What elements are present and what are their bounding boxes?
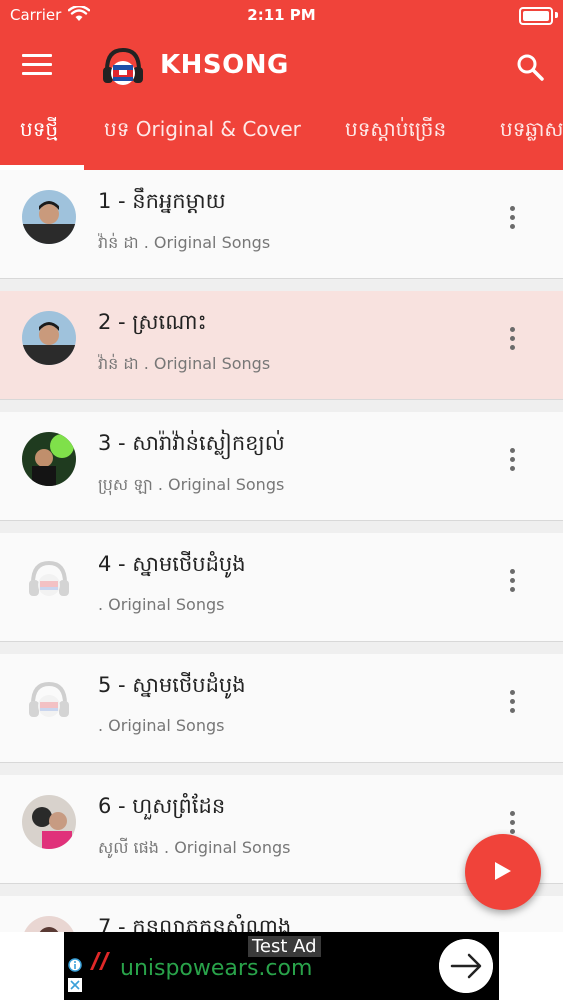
song-title: 6 - ហួសព្រំដែន	[98, 794, 226, 818]
artist-avatar	[22, 432, 76, 486]
song-subtitle: សូលី ផេង . Original Songs	[98, 838, 291, 857]
more-options-icon[interactable]	[507, 569, 517, 595]
tab-new-songs[interactable]: បទថ្មី	[20, 116, 58, 146]
ad-domain-text[interactable]: unispowears.com	[120, 956, 312, 981]
song-title: 1 - នឹកអ្នកម្តាយ	[98, 189, 226, 213]
song-title: 3 - សារ៉ាវ៉ាន់ស្លៀកខ្យល់	[98, 431, 285, 455]
artist-avatar	[22, 190, 76, 244]
app-header: Carrier 2:11 PM KHSONG បទថ្មី បទ Origina…	[0, 0, 563, 170]
ad-banner: Test Ad unispowears.com	[0, 932, 563, 1000]
headphones-logo-icon	[22, 553, 76, 607]
play-button[interactable]	[465, 834, 541, 910]
song-row[interactable]: 2 - ស្រណោះ វ៉ាន់ ដា . Original Songs	[0, 291, 563, 400]
search-icon[interactable]	[515, 52, 545, 82]
song-title: 4 - ស្នាមថើបដំបូង	[98, 552, 246, 576]
tab-most-listened[interactable]: បទស្តាប់ច្រើន	[345, 116, 446, 146]
status-bar: Carrier 2:11 PM	[0, 0, 563, 30]
headphones-logo-icon	[22, 674, 76, 728]
song-subtitle: វ៉ាន់ ដា . Original Songs	[98, 354, 271, 373]
ad-content[interactable]: Test Ad unispowears.com	[64, 932, 499, 1000]
song-row[interactable]: 5 - ស្នាមថើបដំបូង . Original Songs	[0, 654, 563, 763]
song-title: 5 - ស្នាមថើបដំបូង	[98, 673, 246, 697]
battery-tip	[555, 12, 558, 18]
song-subtitle: . Original Songs	[98, 595, 225, 614]
app-title: KHSONG	[160, 50, 289, 80]
screen: Carrier 2:11 PM KHSONG បទថ្មី បទ Origina…	[0, 0, 563, 1000]
menu-button[interactable]	[22, 54, 52, 78]
more-options-icon[interactable]	[507, 690, 517, 716]
song-subtitle: . Original Songs	[98, 716, 225, 735]
tab-bar: បទថ្មី បទ Original & Cover បទស្តាប់ច្រើន…	[0, 106, 563, 170]
battery-icon	[519, 7, 553, 25]
info-icon[interactable]	[68, 958, 82, 972]
song-subtitle: ប្រុស ឡា . Original Songs	[98, 475, 285, 494]
more-options-icon[interactable]	[507, 448, 517, 474]
menu-bar	[22, 54, 52, 57]
app-logo-icon	[103, 47, 143, 85]
close-icon[interactable]	[68, 978, 82, 992]
artist-avatar	[22, 311, 76, 365]
song-row[interactable]: 3 - សារ៉ាវ៉ាន់ស្លៀកខ្យល់ ប្រុស ឡា . Orig…	[0, 412, 563, 521]
artist-avatar	[22, 795, 76, 849]
play-icon	[495, 862, 511, 880]
song-title: 2 - ស្រណោះ	[98, 310, 207, 334]
toolbar: KHSONG	[0, 40, 563, 92]
status-time: 2:11 PM	[247, 6, 316, 24]
ad-brand-logo-icon	[90, 952, 110, 970]
song-row[interactable]: 4 - ស្នាមថើបដំបូង . Original Songs	[0, 533, 563, 642]
tab-original-cover[interactable]: បទ Original & Cover	[104, 116, 301, 146]
arrow-right-icon[interactable]	[439, 939, 493, 993]
song-row[interactable]: 1 - នឹកអ្នកម្តាយ វ៉ាន់ ដា . Original Son…	[0, 170, 563, 279]
menu-bar	[22, 72, 52, 75]
song-subtitle: វ៉ាន់ ដា . Original Songs	[98, 233, 271, 252]
more-options-icon[interactable]	[507, 327, 517, 353]
test-ad-label: Test Ad	[248, 936, 321, 957]
tab-other[interactable]: បទឆ្លាស	[500, 116, 563, 146]
more-options-icon[interactable]	[507, 811, 517, 837]
menu-bar	[22, 63, 52, 66]
more-options-icon[interactable]	[507, 206, 517, 232]
